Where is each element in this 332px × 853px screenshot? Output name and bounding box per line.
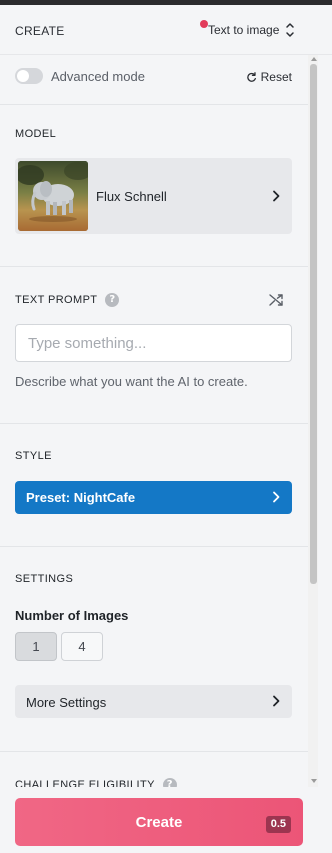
toggle-knob — [17, 70, 29, 82]
section-divider — [0, 104, 308, 105]
more-settings-label: More Settings — [26, 695, 107, 710]
chevron-right-icon — [273, 695, 280, 707]
number-of-images-title: Number of Images — [15, 608, 129, 623]
settings-section-label: SETTINGS — [15, 573, 74, 585]
advanced-mode-label: Advanced mode — [51, 69, 145, 84]
num-images-option-1[interactable]: 1 — [15, 632, 57, 661]
chevron-right-icon — [273, 190, 280, 202]
style-preset-button[interactable]: Preset: NightCafe — [15, 481, 292, 514]
scroll-down-arrow-icon[interactable] — [311, 779, 317, 783]
advanced-mode-row: Advanced mode Reset — [15, 67, 295, 87]
more-settings-button[interactable]: More Settings — [15, 685, 292, 718]
mode-select[interactable]: Text to image — [200, 19, 295, 41]
refresh-icon — [246, 71, 256, 82]
create-button-label: Create — [135, 814, 183, 831]
model-section-label: MODEL — [15, 128, 57, 140]
notification-dot — [200, 20, 208, 28]
reset-button[interactable]: Reset — [246, 70, 292, 84]
chevron-right-icon — [273, 491, 280, 503]
model-name: Flux Schnell — [96, 189, 167, 204]
reset-label: Reset — [260, 70, 292, 84]
num-images-option-4[interactable]: 4 — [61, 632, 103, 661]
text-prompt-header: TEXT PROMPT ? — [15, 293, 120, 307]
prompt-input[interactable] — [15, 324, 292, 362]
style-section-label: STYLE — [15, 450, 52, 462]
page-title: CREATE — [15, 24, 65, 38]
shuffle-icon[interactable] — [268, 292, 284, 308]
elephant-thumbnail-image — [18, 161, 88, 231]
section-divider — [0, 423, 308, 424]
model-thumbnail — [18, 161, 88, 231]
create-button[interactable]: Create 0.5 — [15, 798, 303, 846]
help-icon[interactable]: ? — [105, 293, 120, 307]
section-divider — [0, 266, 308, 267]
section-divider — [0, 546, 308, 547]
scrollbar-thumb[interactable] — [310, 64, 317, 584]
section-divider — [0, 751, 308, 752]
scroll-up-arrow-icon[interactable] — [311, 57, 317, 61]
chevron-up-down-icon — [286, 23, 295, 37]
create-panel — [0, 5, 308, 785]
advanced-mode-toggle[interactable] — [15, 68, 43, 84]
credit-cost-badge: 0.5 — [265, 816, 291, 833]
style-preset-label: Preset: NightCafe — [26, 490, 136, 505]
panel-header: CREATE Text to image — [0, 5, 332, 55]
model-selector[interactable]: Flux Schnell — [15, 158, 292, 234]
text-prompt-section-label: TEXT PROMPT — [15, 294, 98, 306]
mode-select-label: Text to image — [208, 23, 280, 37]
prompt-help-text: Describe what you want the AI to create. — [15, 374, 248, 389]
